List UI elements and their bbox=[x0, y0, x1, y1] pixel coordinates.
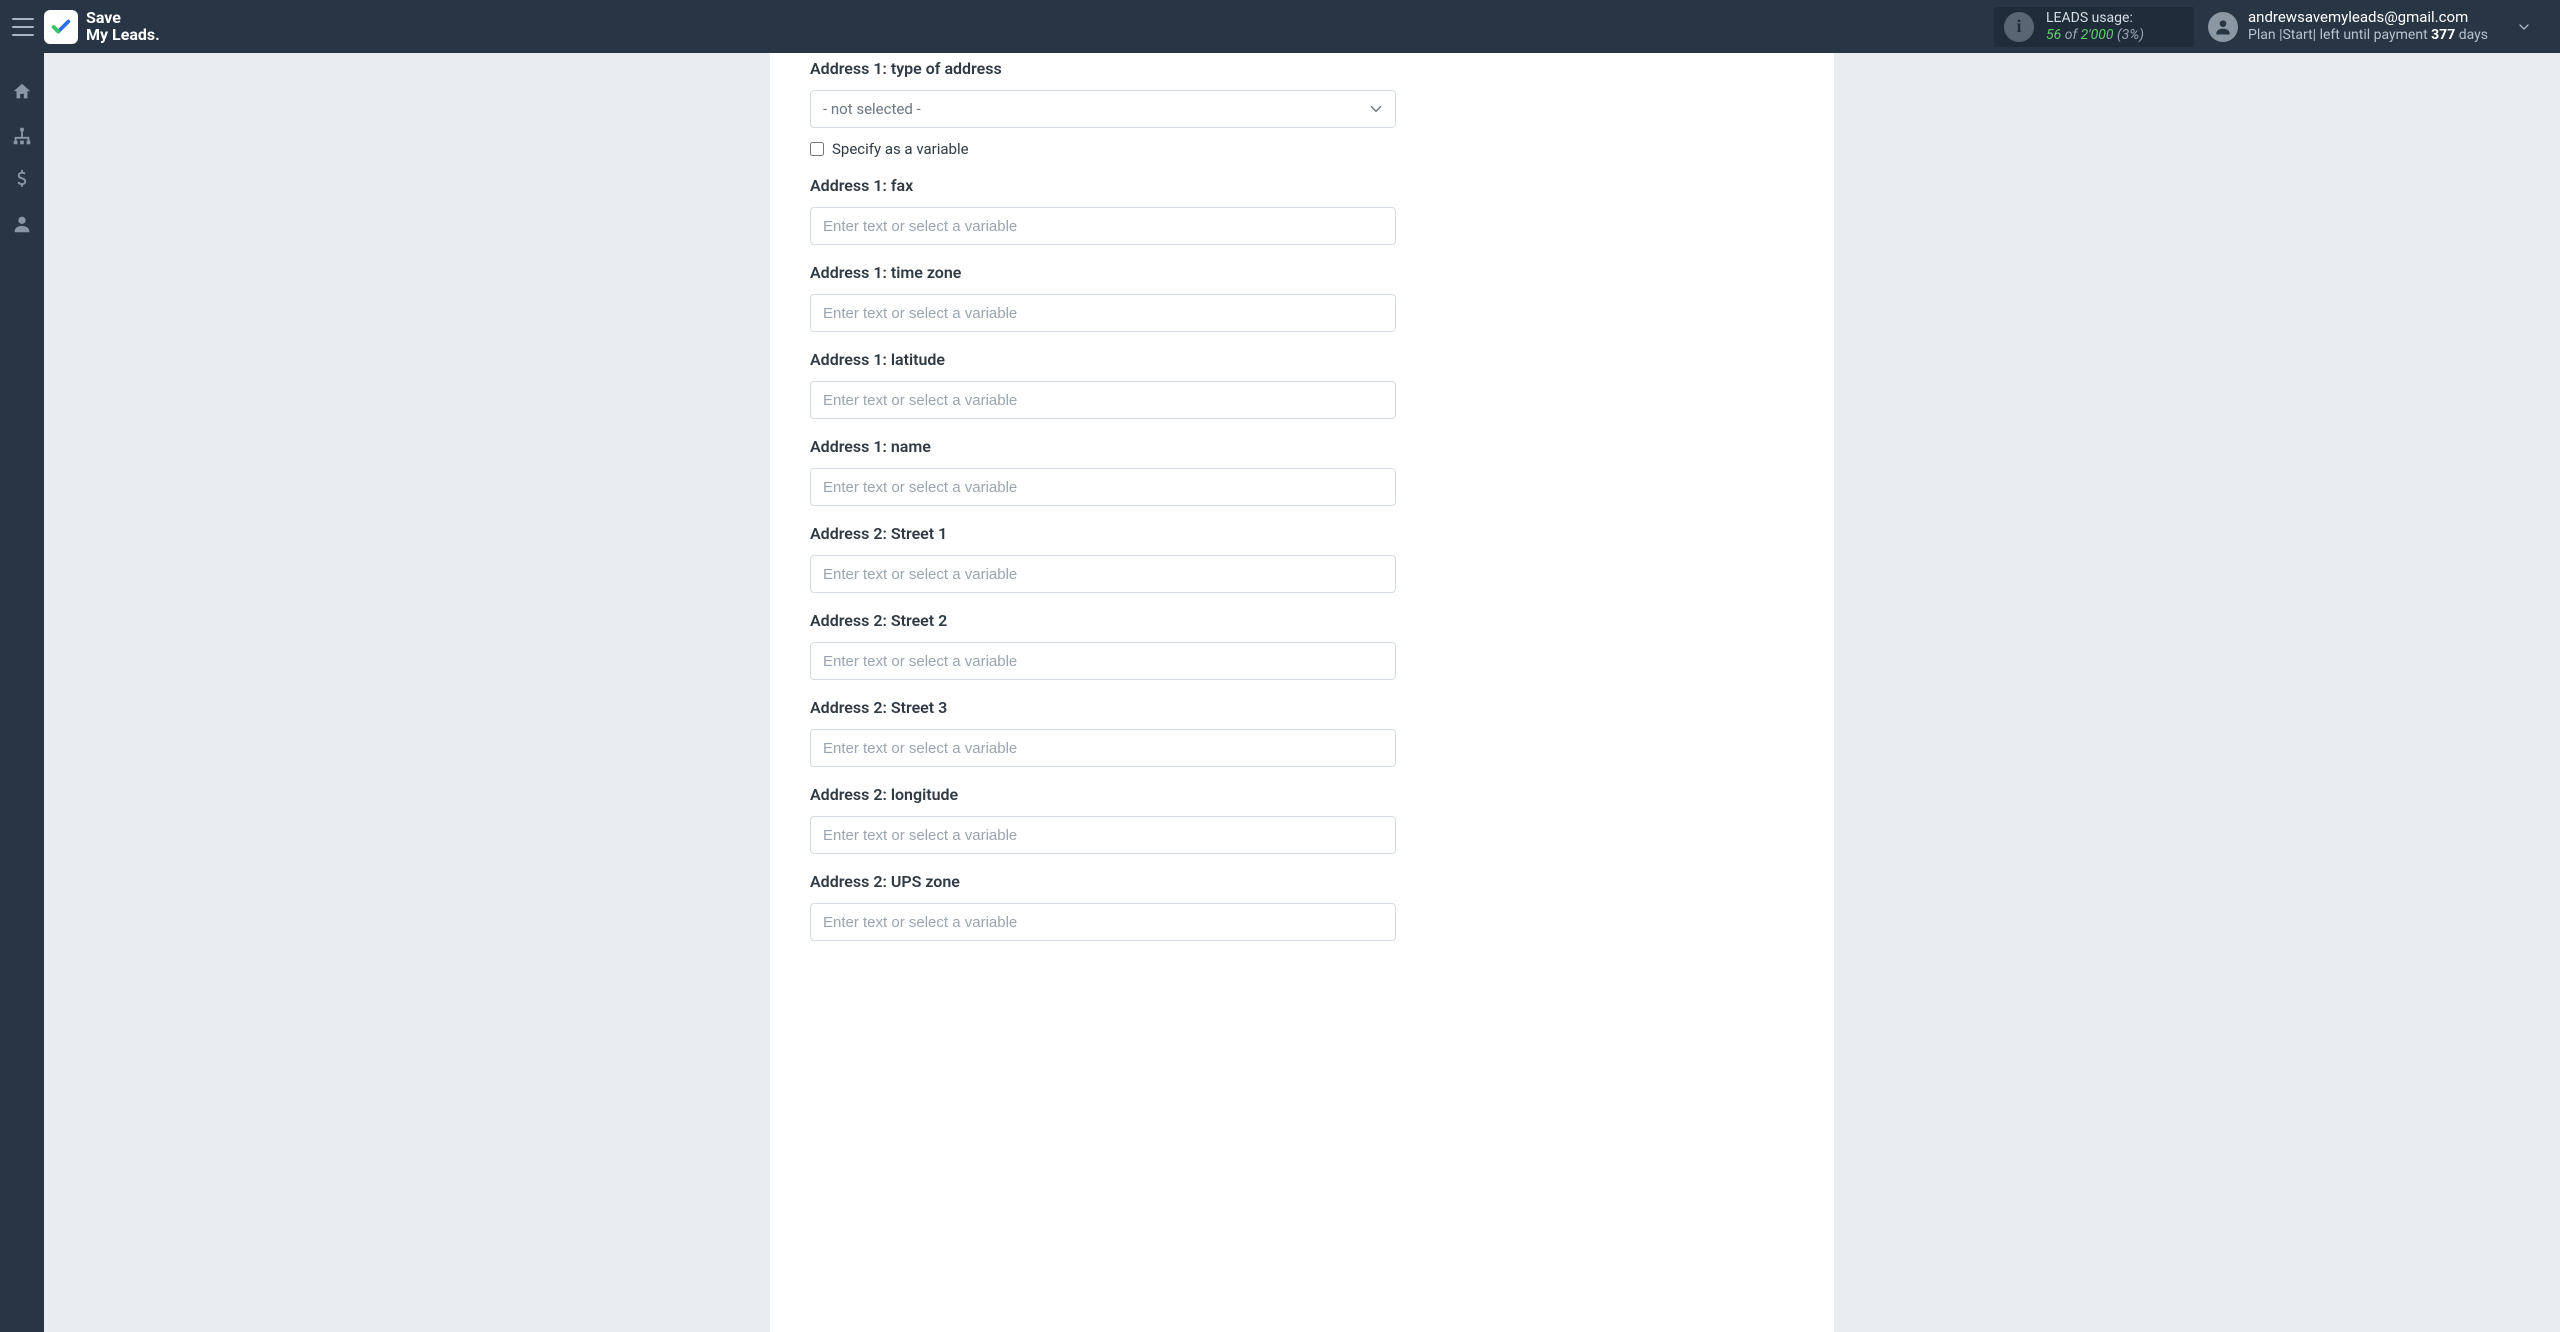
brand-text: Save My Leads. bbox=[86, 10, 160, 44]
field-label: Address 2: Street 2 bbox=[810, 611, 1396, 630]
specify-variable-checkbox[interactable] bbox=[810, 142, 824, 156]
logo-icon bbox=[44, 10, 78, 44]
field-label: Address 1: latitude bbox=[810, 350, 1396, 369]
field-label: Address 2: Street 3 bbox=[810, 698, 1396, 717]
select-value: - not selected - bbox=[823, 100, 921, 118]
avatar-icon bbox=[2208, 12, 2238, 42]
usage-indicator[interactable]: i LEADS usage: 56 of 2'000 (3%) bbox=[1994, 7, 2194, 47]
sidebar-item-home[interactable] bbox=[11, 81, 33, 103]
text-input[interactable] bbox=[810, 555, 1396, 593]
form-field: Address 1: type of address - not selected… bbox=[810, 59, 1396, 158]
info-icon: i bbox=[2004, 12, 2034, 42]
field-label: Address 2: Street 1 bbox=[810, 524, 1396, 543]
usage-limit: 2'000 bbox=[2081, 27, 2114, 43]
form-field: Address 1: time zone bbox=[810, 263, 1396, 332]
form-field: Address 2: Street 1 bbox=[810, 524, 1396, 593]
text-input[interactable] bbox=[810, 468, 1396, 506]
form-field: Address 2: Street 3 bbox=[810, 698, 1396, 767]
menu-toggle[interactable] bbox=[12, 18, 34, 36]
text-input[interactable] bbox=[810, 729, 1396, 767]
text-input[interactable] bbox=[810, 381, 1396, 419]
account-dropdown-toggle[interactable] bbox=[2516, 19, 2532, 35]
field-label: Address 2: UPS zone bbox=[810, 872, 1396, 891]
form-field: Address 2: Street 2 bbox=[810, 611, 1396, 680]
usage-values: 56 of 2'000 (3%) bbox=[2046, 27, 2144, 44]
specify-variable-row[interactable]: Specify as a variable bbox=[810, 140, 1396, 158]
app-header: Save My Leads. i LEADS usage: 56 of 2'00… bbox=[0, 0, 2560, 53]
sidebar-item-connections[interactable] bbox=[11, 125, 33, 147]
field-label: Address 2: longitude bbox=[810, 785, 1396, 804]
usage-used: 56 bbox=[2046, 27, 2061, 43]
field-label: Address 1: time zone bbox=[810, 263, 1396, 282]
text-input[interactable] bbox=[810, 903, 1396, 941]
form-field: Address 2: longitude bbox=[810, 785, 1396, 854]
text-input[interactable] bbox=[810, 816, 1396, 854]
sidebar-item-account[interactable] bbox=[11, 213, 33, 235]
account-plan: Plan |Start| left until payment 377 days bbox=[2248, 27, 2488, 45]
brand-line2: My Leads. bbox=[86, 27, 160, 44]
usage-text: LEADS usage: 56 of 2'000 (3%) bbox=[2046, 10, 2144, 44]
usage-percent: (3%) bbox=[2117, 27, 2144, 43]
select-input[interactable]: - not selected - bbox=[810, 90, 1396, 128]
text-input[interactable] bbox=[810, 642, 1396, 680]
usage-title: LEADS usage: bbox=[2046, 10, 2144, 27]
text-input[interactable] bbox=[810, 294, 1396, 332]
field-label: Address 1: name bbox=[810, 437, 1396, 456]
account-text: andrewsavemyleads@gmail.com Plan |Start|… bbox=[2248, 8, 2488, 44]
specify-variable-label: Specify as a variable bbox=[832, 140, 969, 158]
header-left: Save My Leads. bbox=[12, 10, 160, 44]
field-label: Address 1: fax bbox=[810, 176, 1396, 195]
usage-of: of bbox=[2065, 27, 2077, 43]
form-card: Address 1: type of address - not selected… bbox=[770, 53, 1834, 1332]
chevron-down-icon bbox=[1367, 100, 1385, 118]
field-label: Address 1: type of address bbox=[810, 59, 1396, 78]
text-input[interactable] bbox=[810, 207, 1396, 245]
page-body: Address 1: type of address - not selected… bbox=[44, 53, 2560, 1332]
sidebar bbox=[0, 53, 44, 1332]
form-column: Address 1: type of address - not selected… bbox=[810, 59, 1396, 941]
form-field: Address 1: latitude bbox=[810, 350, 1396, 419]
form-field: Address 2: UPS zone bbox=[810, 872, 1396, 941]
brand[interactable]: Save My Leads. bbox=[44, 10, 160, 44]
form-field: Address 1: name bbox=[810, 437, 1396, 506]
account-email: andrewsavemyleads@gmail.com bbox=[2248, 8, 2488, 27]
sidebar-item-billing[interactable] bbox=[11, 169, 33, 191]
header-right: i LEADS usage: 56 of 2'000 (3%) andrewsa… bbox=[1994, 7, 2532, 47]
account-block[interactable]: andrewsavemyleads@gmail.com Plan |Start|… bbox=[2208, 8, 2532, 44]
form-field: Address 1: fax bbox=[810, 176, 1396, 245]
